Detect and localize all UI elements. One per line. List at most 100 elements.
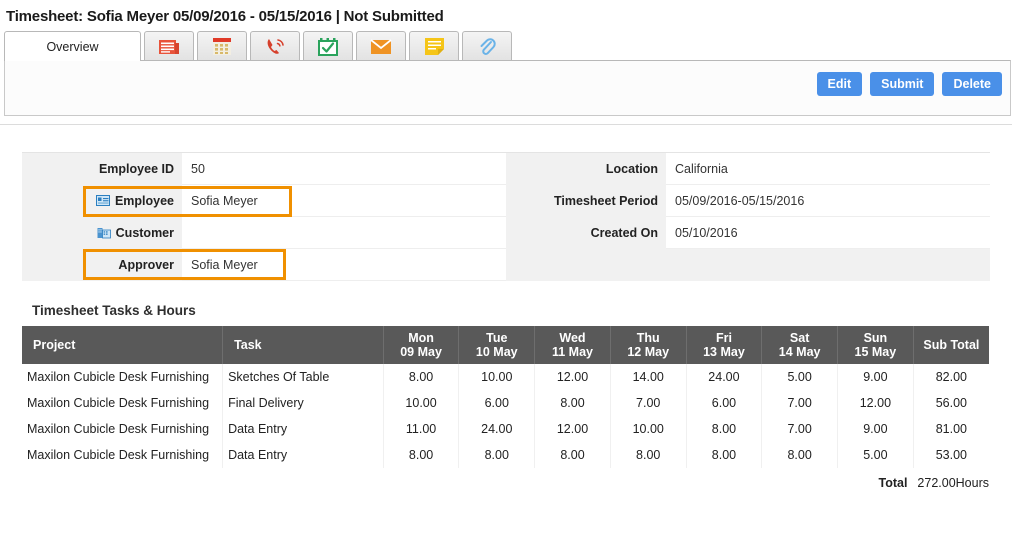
column-header-sat[interactable]: Sat 14 May <box>761 326 839 364</box>
header-line1: Thu <box>636 331 660 345</box>
cell-thu: 14.00 <box>610 364 687 390</box>
column-header-wed[interactable]: Wed 11 May <box>534 326 611 364</box>
cell-wed: 12.00 <box>534 416 611 442</box>
employee-label: Employee <box>114 194 174 208</box>
tasks-section-title: Timesheet Tasks & Hours <box>32 303 196 318</box>
cell-sun: 9.00 <box>837 416 914 442</box>
cell-mon: 10.00 <box>383 390 460 416</box>
details-right-column: Location California Timesheet Period 05/… <box>506 153 990 281</box>
news-icon <box>158 38 180 56</box>
cell-sat: 8.00 <box>761 442 839 468</box>
header-line2: 13 May <box>703 345 745 359</box>
column-header-sun[interactable]: Sun 15 May <box>837 326 914 364</box>
tab-news[interactable] <box>144 31 194 61</box>
cell-project: Maxilon Cubicle Desk Furnishing <box>22 442 224 468</box>
building-icon <box>97 227 111 239</box>
cell-project: Maxilon Cubicle Desk Furnishing <box>22 364 224 390</box>
location-value: California <box>666 153 990 185</box>
cell-thu: 10.00 <box>610 416 687 442</box>
header-line2: 11 May <box>551 345 593 359</box>
cell-tue: 6.00 <box>458 390 536 416</box>
tab-calls[interactable] <box>250 31 300 61</box>
cell-sub-total: 53.00 <box>913 442 989 468</box>
cell-wed: 8.00 <box>534 390 611 416</box>
employee-label-cell: Employee <box>22 185 182 217</box>
calendar-check-icon <box>318 37 338 56</box>
column-header-sub-total[interactable]: Sub Total <box>913 326 989 364</box>
table-row[interactable]: Maxilon Cubicle Desk Furnishing Data Ent… <box>22 442 989 468</box>
paperclip-icon <box>478 37 496 57</box>
header-line2: 10 May <box>475 345 518 359</box>
id-card-icon <box>95 195 110 207</box>
envelope-icon <box>370 38 392 55</box>
calendar-icon <box>212 37 232 56</box>
tab-calendar[interactable] <box>197 31 247 61</box>
header-line2: 09 May <box>400 345 442 359</box>
cell-tue: 24.00 <box>458 416 536 442</box>
cell-project: Maxilon Cubicle Desk Furnishing <box>22 416 224 442</box>
column-header-mon[interactable]: Mon 09 May <box>383 326 460 364</box>
detail-row-employee[interactable]: Employee Sofia Meyer <box>22 185 506 217</box>
tab-content-panel: Edit Submit Delete <box>4 60 1011 116</box>
column-header-project[interactable]: Project <box>22 326 224 364</box>
cell-sat: 7.00 <box>761 390 839 416</box>
filler-value <box>666 249 990 281</box>
cell-sub-total: 81.00 <box>913 416 989 442</box>
approver-value[interactable]: Sofia Meyer <box>182 249 506 281</box>
cell-fri: 8.00 <box>686 416 763 442</box>
action-button-bar: Edit Submit Delete <box>816 72 1002 96</box>
header-line1: Sat <box>789 331 810 345</box>
header-line1: Sub Total <box>923 338 980 352</box>
section-divider <box>0 124 1012 125</box>
tab-overview[interactable]: Overview <box>4 31 141 61</box>
note-icon <box>424 37 445 56</box>
customer-label-cell: Customer <box>22 217 182 249</box>
cell-project: Maxilon Cubicle Desk Furnishing <box>22 390 224 416</box>
cell-mon: 11.00 <box>383 416 460 442</box>
column-header-thu[interactable]: Thu 12 May <box>610 326 687 364</box>
cell-wed: 8.00 <box>534 442 611 468</box>
timesheet-tasks-table: Project Task Mon 09 May Tue 10 May Wed 1… <box>22 326 989 468</box>
detail-row-approver[interactable]: Approver Sofia Meyer <box>22 249 506 281</box>
cell-task: Final Delivery <box>222 390 384 416</box>
header-line1: Sun <box>863 331 888 345</box>
detail-row-customer[interactable]: Customer <box>22 217 506 249</box>
cell-sat: 5.00 <box>761 364 839 390</box>
tab-attachments[interactable] <box>462 31 512 61</box>
cell-task: Data Entry <box>222 442 384 468</box>
detail-row-timesheet-period: Timesheet Period 05/09/2016-05/15/2016 <box>506 185 990 217</box>
timesheet-period-value: 05/09/2016-05/15/2016 <box>666 185 990 217</box>
timesheet-details: Employee ID 50 Employee Sofia Meyer Cust… <box>22 152 990 281</box>
employee-value[interactable]: Sofia Meyer <box>182 185 506 217</box>
location-label: Location <box>506 153 666 185</box>
tab-emails[interactable] <box>356 31 406 61</box>
tab-overview-label: Overview <box>46 39 99 54</box>
table-header-row: Project Task Mon 09 May Tue 10 May Wed 1… <box>22 326 989 364</box>
delete-button[interactable]: Delete <box>942 72 1002 96</box>
column-header-fri[interactable]: Fri 13 May <box>686 326 763 364</box>
details-left-column: Employee ID 50 Employee Sofia Meyer Cust… <box>22 153 506 281</box>
edit-button[interactable]: Edit <box>816 72 863 96</box>
cell-tue: 10.00 <box>458 364 536 390</box>
column-header-task[interactable]: Task <box>222 326 384 364</box>
table-row[interactable]: Maxilon Cubicle Desk Furnishing Final De… <box>22 390 989 416</box>
created-on-label: Created On <box>506 217 666 249</box>
total-value: 272.00Hours <box>917 476 989 490</box>
cell-thu: 8.00 <box>610 442 687 468</box>
phone-icon <box>265 37 286 57</box>
tab-notes[interactable] <box>409 31 459 61</box>
header-line1: Task <box>234 338 262 352</box>
detail-row-location: Location California <box>506 153 990 185</box>
table-row[interactable]: Maxilon Cubicle Desk Furnishing Sketches… <box>22 364 989 390</box>
column-header-tue[interactable]: Tue 10 May <box>458 326 536 364</box>
tab-tasks[interactable] <box>303 31 353 61</box>
table-row[interactable]: Maxilon Cubicle Desk Furnishing Data Ent… <box>22 416 989 442</box>
submit-button[interactable]: Submit <box>870 72 935 96</box>
header-line2: 12 May <box>627 345 670 359</box>
grand-total-row: Total 272.00Hours <box>0 476 989 490</box>
header-line1: Wed <box>559 331 586 345</box>
cell-tue: 8.00 <box>458 442 536 468</box>
customer-value[interactable] <box>182 217 506 249</box>
timesheet-period-label: Timesheet Period <box>506 185 666 217</box>
cell-fri: 24.00 <box>686 364 763 390</box>
